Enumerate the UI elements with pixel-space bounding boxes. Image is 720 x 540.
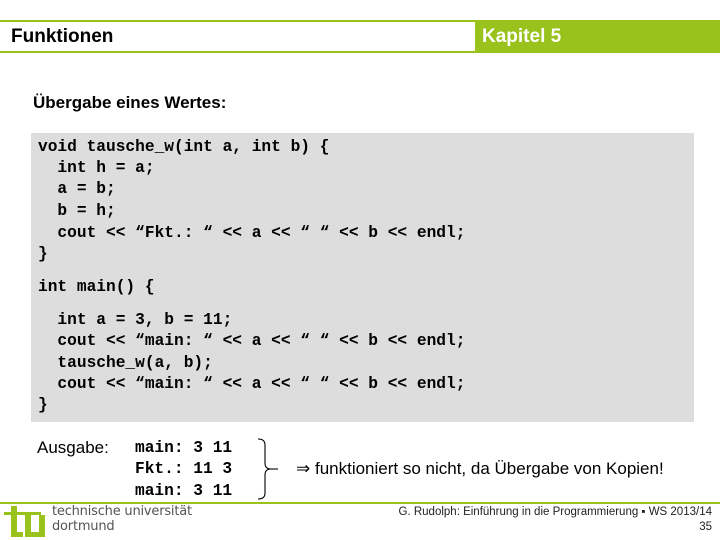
code-line: a = b; — [38, 180, 116, 198]
code-line: void tausche_w(int a, int b) { — [38, 138, 330, 156]
conclusion-text: ⇒ funktioniert so nicht, da Übergabe von… — [296, 459, 664, 478]
tu-logo-icon — [4, 506, 45, 537]
university-name-line1: technische universität — [52, 504, 192, 519]
slide-title: Funktionen — [11, 26, 114, 47]
code-line: cout << “main: “ << a << “ “ << b << end… — [38, 375, 466, 393]
course-info: G. Rudolph: Einführung in die Programmie… — [398, 506, 712, 518]
code-line: int a = 3, b = 11; — [38, 311, 233, 329]
code-line: int h = a; — [38, 159, 155, 177]
output-line: main: 3 11 — [135, 482, 233, 500]
code-line: cout << “main: “ << a << “ “ << b << end… — [38, 332, 466, 350]
chapter-banner: Kapitel 5 — [475, 20, 720, 53]
university-name-line2: dortmund — [52, 519, 115, 534]
code-line: cout << “Fkt.: “ << a << “ “ << b << end… — [38, 224, 466, 242]
chapter-label: Kapitel 5 — [482, 26, 562, 47]
code-line: } — [38, 245, 48, 263]
university-name: technische universität dortmund — [52, 504, 192, 534]
page-number: 35 — [699, 521, 712, 533]
output-line: Fkt.: 11 3 — [135, 460, 233, 478]
code-line: int main() { — [38, 278, 155, 296]
section-heading: Übergabe eines Wertes: — [33, 93, 227, 112]
header-bottom-rule — [0, 51, 475, 53]
code-line: b = h; — [38, 202, 116, 220]
code-line: tausche_w(a, b); — [38, 354, 213, 372]
code-line: } — [38, 396, 48, 414]
right-brace-icon — [257, 438, 278, 500]
output-line: main: 3 11 — [135, 439, 233, 457]
code-block: void tausche_w(int a, int b) { int h = a… — [31, 133, 694, 422]
output-label: Ausgabe: — [37, 438, 109, 457]
